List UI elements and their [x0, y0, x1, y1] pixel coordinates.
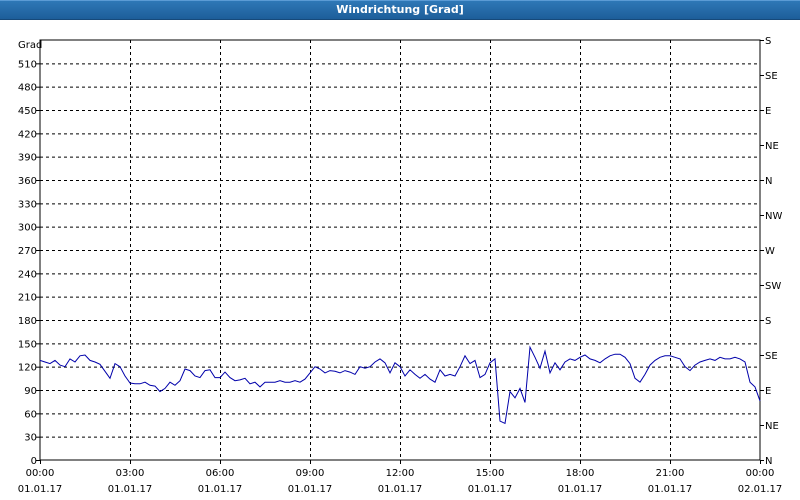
x-tick-date-label: 01.01.17	[198, 484, 243, 495]
chart-title-bar: Windrichtung [Grad]	[0, 0, 800, 20]
x-tick-date-label: 02.01.17	[738, 484, 783, 495]
grid	[40, 40, 760, 460]
y-tick-label: 300	[18, 223, 37, 234]
y-tick-label: 0	[31, 456, 37, 467]
y-axis-title: Grad	[18, 40, 42, 51]
x-tick-time-label: 21:00	[656, 468, 685, 479]
x-tick-time-label: 06:00	[206, 468, 235, 479]
y2-tick-label: SE	[765, 71, 778, 82]
x-tick-time-label: 18:00	[566, 468, 595, 479]
x-tick-date-label: 01.01.17	[378, 484, 423, 495]
y2-tick-label: SW	[765, 281, 781, 292]
y-tick-label: 270	[18, 246, 37, 257]
x-tick-time-label: 12:00	[386, 468, 415, 479]
x-tick-date-label: 01.01.17	[18, 484, 63, 495]
y2-tick-label: SE	[765, 351, 778, 362]
y-tick-label: 60	[24, 409, 37, 420]
y2-tick-label: S	[765, 316, 771, 327]
y2-tick-label: NE	[765, 141, 779, 152]
y-tick-label: 150	[18, 339, 37, 350]
y-tick-label: 510	[18, 59, 37, 70]
x-tick-date-label: 01.01.17	[468, 484, 513, 495]
y-tick-label: 480	[18, 83, 37, 94]
y2-tick-label: N	[765, 176, 772, 187]
y-tick-label: 390	[18, 153, 37, 164]
x-tick-time-label: 00:00	[746, 468, 775, 479]
x-tick-time-label: 15:00	[476, 468, 505, 479]
y2-tick-labels: N NE E SE S SW W NW N NE E SE S	[760, 36, 782, 467]
x-tick-time-label: 09:00	[296, 468, 325, 479]
y-tick-label: 360	[18, 176, 37, 187]
y2-tick-label: NW	[765, 211, 782, 222]
y-tick-label: 120	[18, 363, 37, 374]
y-tick-label: 420	[18, 129, 37, 140]
x-tick-date-label: 01.01.17	[108, 484, 153, 495]
x-tick-date-label: 01.01.17	[558, 484, 603, 495]
y2-tick-label: N	[765, 456, 772, 467]
y-tick-label: 330	[18, 199, 37, 210]
y-tick-label: 180	[18, 316, 37, 327]
y2-tick-label: E	[765, 386, 771, 397]
wind-direction-chart: Grad 0 30 60 90 120 150 180 210 240 270 300 330 360 3…	[18, 36, 783, 495]
y-tick-label: 210	[18, 293, 37, 304]
x-tick-time-label: 03:00	[116, 468, 145, 479]
y2-tick-label: S	[765, 36, 771, 47]
y-tick-labels: 0 30 60 90 120 150 180 210 240 270 300 330 360 390 420…	[18, 59, 40, 467]
y-tick-label: 90	[24, 386, 37, 397]
y2-tick-label: W	[765, 246, 775, 257]
y2-tick-label: NE	[765, 421, 779, 432]
x-tick-date-label: 01.01.17	[648, 484, 693, 495]
y-tick-label: 240	[18, 269, 37, 280]
y-tick-label: 30	[24, 433, 37, 444]
y2-tick-label: E	[765, 106, 771, 117]
x-tick-date-label: 01.01.17	[288, 484, 333, 495]
x-tick-labels: 00:00 01.01.17 03:00 01.01.17 06:00 01.01.17 0…	[18, 460, 783, 495]
y-tick-label: 450	[18, 106, 37, 117]
x-tick-time-label: 00:00	[26, 468, 55, 479]
chart-title: Windrichtung [Grad]	[336, 3, 464, 16]
